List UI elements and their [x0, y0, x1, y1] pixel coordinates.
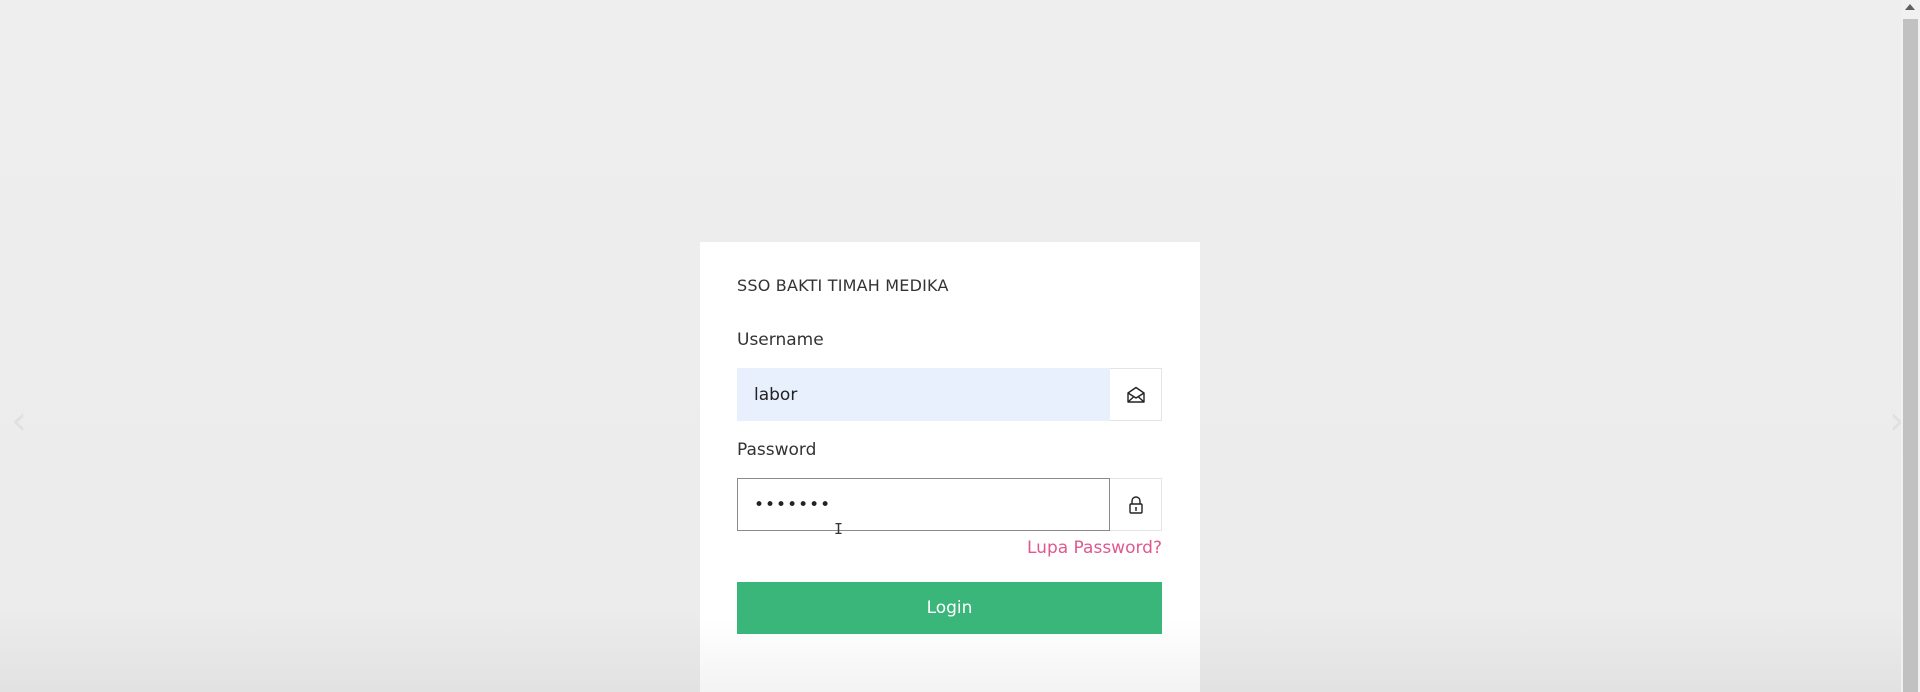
- username-label: Username: [737, 330, 824, 350]
- password-input[interactable]: [737, 478, 1110, 531]
- forgot-password-link[interactable]: Lupa Password?: [1027, 538, 1162, 558]
- username-input[interactable]: [737, 368, 1110, 421]
- scrollbar-thumb[interactable]: [1903, 19, 1918, 692]
- envelope-icon: [1110, 368, 1162, 421]
- lock-icon: [1110, 478, 1162, 531]
- scroll-up-icon[interactable]: [1905, 4, 1915, 10]
- brand-title: SSO BAKTI TIMAH MEDIKA: [737, 276, 949, 295]
- login-card: SSO BAKTI TIMAH MEDIKA Username Password: [700, 242, 1200, 692]
- vertical-scrollbar[interactable]: [1901, 0, 1920, 692]
- password-label: Password: [737, 440, 817, 460]
- login-button[interactable]: Login: [737, 582, 1162, 634]
- password-input-group: [737, 478, 1162, 531]
- login-page: ‹ › SSO BAKTI TIMAH MEDIKA Username Pass…: [0, 0, 1920, 692]
- text-cursor-icon: I: [834, 520, 844, 538]
- carousel-prev-icon[interactable]: ‹: [4, 401, 34, 441]
- username-input-group: [737, 368, 1162, 421]
